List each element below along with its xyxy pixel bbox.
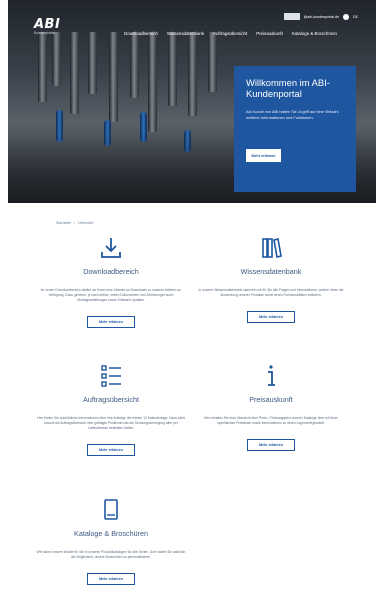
card-description: Wir haben unsere Inhalte für Sie in unse… bbox=[36, 550, 186, 559]
card-auftragsuebersicht: Auftragsübersicht Hier finden Sie ausfüh… bbox=[34, 364, 188, 456]
main-nav: Downloadbereich Wissensdatenbank Auftrag… bbox=[124, 31, 337, 36]
welcome-text: Als Kunde von ABI haben Sie Zugriff auf … bbox=[246, 109, 339, 120]
card-downloadbereich: Downloadbereich Im neuen Downloadbereich… bbox=[34, 236, 188, 328]
nav-item-kataloge[interactable]: Kataloge & Broschüren bbox=[292, 31, 337, 36]
kataloge-more-button[interactable]: Mehr erfahren bbox=[87, 573, 135, 585]
breadcrumb-current: Übersicht bbox=[78, 221, 94, 225]
info-icon bbox=[268, 365, 275, 386]
breadcrumb-separator: / bbox=[74, 221, 76, 225]
account-avatar bbox=[283, 13, 300, 20]
wissensdatenbank-more-button[interactable]: Mehr erfahren bbox=[247, 311, 295, 323]
nav-item-wissensdatenbank[interactable]: Wissensdatenbank bbox=[167, 31, 204, 36]
abi-logo[interactable]: ABI Kundenportal bbox=[34, 17, 78, 37]
card-title: Kataloge & Broschüren bbox=[74, 529, 148, 538]
hero-banner: ABI Kundenportal Downloadbereich Wissens… bbox=[8, 0, 376, 203]
nav-item-preisauskunft[interactable]: Preisauskunft bbox=[256, 31, 283, 36]
breadcrumb: Startseite / Übersicht bbox=[56, 221, 93, 225]
card-wissensdatenbank: Wissensdatenbank In unserer Wissensdaten… bbox=[194, 236, 348, 323]
page: ABI Kundenportal Downloadbereich Wissens… bbox=[8, 0, 376, 605]
card-description: In unserer Wissensdatenbank sammeln wir … bbox=[198, 288, 344, 297]
card-title: Preisauskunft bbox=[249, 395, 293, 404]
auftragsuebersicht-more-button[interactable]: Mehr erfahren bbox=[87, 444, 135, 456]
downloadbereich-more-button[interactable]: Mehr erfahren bbox=[87, 316, 135, 328]
logo-text: ABI bbox=[34, 17, 61, 32]
top-navigation: ABI Kundenportal Downloadbereich Wissens… bbox=[8, 0, 376, 44]
card-kataloge: Kataloge & Broschüren Wir haben unsere I… bbox=[34, 498, 188, 585]
welcome-more-button[interactable]: Mehr erfahren bbox=[246, 149, 281, 162]
globe-icon[interactable] bbox=[343, 13, 349, 20]
card-description: Im neuen Downloadbereich stellen wir Ihn… bbox=[40, 288, 182, 302]
language-label[interactable]: DE bbox=[353, 15, 358, 19]
list-icon bbox=[101, 365, 121, 387]
card-title: Wissensdatenbank bbox=[240, 267, 302, 276]
breadcrumb-home[interactable]: Startseite bbox=[56, 221, 71, 225]
card-description: Hier finden Sie ausführliche Information… bbox=[37, 416, 185, 430]
account-email: @abi-kundenportal.de bbox=[303, 14, 339, 19]
card-description: Hier erhalten Sie eine Übersicht über Pr… bbox=[204, 416, 338, 425]
card-title: Auftragsübersicht bbox=[83, 395, 139, 404]
preisauskunft-more-button[interactable]: Mehr erfahren bbox=[247, 439, 295, 451]
catalog-icon bbox=[104, 499, 118, 520]
card-title: Downloadbereich bbox=[83, 267, 139, 276]
nav-item-downloadbereich[interactable]: Downloadbereich bbox=[124, 31, 158, 36]
welcome-title: Willkommen im ABI-Kundenportal bbox=[246, 77, 330, 99]
nav-item-auftragsuebersicht[interactable]: Auftragsübersicht bbox=[213, 31, 247, 36]
download-icon bbox=[101, 238, 121, 258]
card-preisauskunft: Preisauskunft Hier erhalten Sie eine Übe… bbox=[194, 364, 348, 451]
books-icon bbox=[262, 238, 282, 258]
welcome-box: Willkommen im ABI-Kundenportal Als Kunde… bbox=[234, 66, 356, 192]
account-menu[interactable]: @abi-kundenportal.de DE bbox=[283, 13, 358, 20]
